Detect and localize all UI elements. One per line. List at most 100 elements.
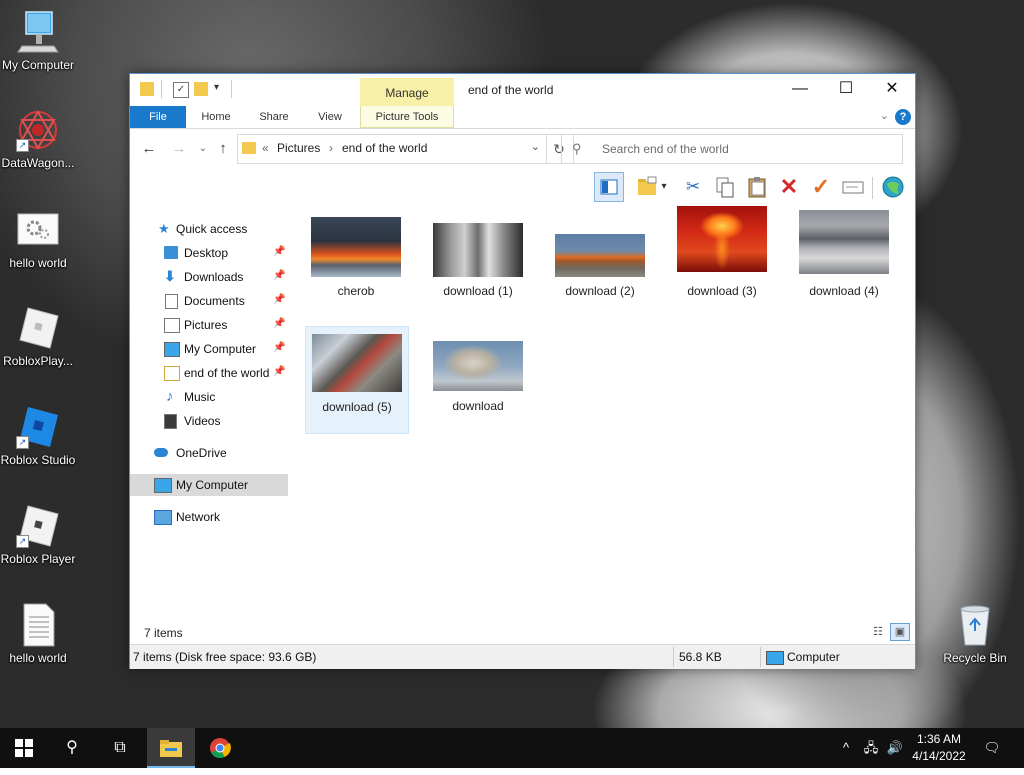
roblox-icon: ↗ xyxy=(16,504,60,548)
sidebar-item-quick-access[interactable]: ★ Quick access xyxy=(130,218,288,240)
pin-icon[interactable]: 📌 xyxy=(273,318,285,329)
notifications-icon[interactable]: 🗨 xyxy=(978,728,1006,768)
image-thumbnail xyxy=(677,206,767,272)
back-button[interactable]: ← xyxy=(138,139,160,159)
properties-icon[interactable]: ✓ xyxy=(173,82,189,98)
tab-picture-tools[interactable]: Picture Tools xyxy=(360,106,454,128)
maximize-button[interactable]: ☐ xyxy=(823,74,869,106)
tab-view[interactable]: View xyxy=(308,106,352,128)
breadcrumb-pictures[interactable]: Pictures xyxy=(277,141,320,155)
file-name: download (3) xyxy=(687,284,757,298)
sidebar-item-music[interactable]: ♪ Music xyxy=(130,386,288,408)
sidebar-item-label: end of the world xyxy=(184,366,270,380)
search-icon[interactable]: ⚲ xyxy=(48,728,96,768)
new-folder-icon[interactable] xyxy=(194,82,208,96)
breadcrumb-separator: › xyxy=(329,141,333,155)
search-input[interactable]: Search end of the world xyxy=(602,142,729,156)
help-icon[interactable]: ? xyxy=(895,109,911,125)
file-name: download (4) xyxy=(809,284,879,298)
sidebar-item-downloads[interactable]: ⬇ Downloads 📌 xyxy=(130,266,288,288)
volume-icon[interactable]: 🔊 xyxy=(884,728,906,768)
windows-logo-icon xyxy=(15,739,33,757)
paste-icon[interactable] xyxy=(744,174,770,200)
file-item[interactable]: cherob xyxy=(305,209,407,315)
delete-icon[interactable]: ✕ xyxy=(776,174,802,200)
computer-icon xyxy=(164,342,180,357)
globe-icon[interactable] xyxy=(880,174,906,200)
task-view-icon[interactable]: ⧉ xyxy=(96,728,144,768)
sidebar-item-documents[interactable]: Documents 📌 xyxy=(130,290,288,312)
pin-icon[interactable]: 📌 xyxy=(273,366,285,377)
pin-icon[interactable]: 📌 xyxy=(273,342,285,353)
address-bar[interactable]: « Pictures › end of the world ⌄ xyxy=(237,134,547,164)
tab-share[interactable]: Share xyxy=(252,106,296,128)
details-view-icon[interactable]: ☷ xyxy=(868,623,888,641)
forward-button[interactable]: → xyxy=(168,139,190,159)
breadcrumb-current[interactable]: end of the world xyxy=(342,141,427,155)
close-button[interactable]: ✕ xyxy=(869,74,915,106)
customize-quick-access-icon[interactable]: ▾ xyxy=(214,82,219,93)
checkmark-icon[interactable]: ✓ xyxy=(808,174,834,200)
pin-icon[interactable]: 📌 xyxy=(273,294,285,305)
sidebar-item-my-computer[interactable]: My Computer xyxy=(130,474,288,496)
file-explorer-taskbar-button[interactable] xyxy=(147,728,195,768)
sidebar-item-network[interactable]: Network xyxy=(130,506,288,528)
file-item[interactable]: download (3) xyxy=(671,206,773,315)
chevron-down-icon[interactable]: ▾ xyxy=(658,174,670,200)
desktop-icon-my-computer[interactable]: My Computer xyxy=(0,10,76,72)
preview-pane-icon[interactable] xyxy=(594,172,624,202)
file-item[interactable]: download (4) xyxy=(793,209,895,315)
sidebar-item-desktop[interactable]: Desktop 📌 xyxy=(130,242,288,264)
gear-file-icon xyxy=(16,208,60,252)
clock[interactable]: 1:36 AM 4/14/2022 xyxy=(905,731,973,765)
sidebar-item-my-computer-pinned[interactable]: My Computer 📌 xyxy=(130,338,288,360)
desktop-icon-hello-world-settings[interactable]: hello world xyxy=(0,208,76,270)
chevron-down-icon[interactable]: ⌄ xyxy=(531,140,540,153)
roblox-icon xyxy=(16,306,60,350)
recent-locations-icon[interactable]: ⌄ xyxy=(192,139,214,159)
title-bar: ✓ ▾ Manage end of the world — ☐ ✕ xyxy=(130,74,915,106)
file-item[interactable]: download (1) xyxy=(427,209,529,315)
sidebar-item-end-of-the-world[interactable]: end of the world 📌 xyxy=(130,362,288,384)
datawagon-icon: ↗ xyxy=(16,108,60,152)
image-thumbnail xyxy=(799,210,889,274)
file-list: cherob download (1) download (2) downloa… xyxy=(290,204,915,614)
sidebar-item-videos[interactable]: Videos xyxy=(130,410,288,432)
file-name: download (2) xyxy=(565,284,635,298)
desktop-icon-recycle-bin[interactable]: Recycle Bin xyxy=(937,603,1013,665)
start-button[interactable] xyxy=(0,728,48,768)
manage-context-tab[interactable]: Manage xyxy=(360,78,454,106)
pin-icon[interactable]: 📌 xyxy=(273,246,285,257)
item-count: 7 items xyxy=(144,626,183,640)
rename-icon[interactable] xyxy=(840,174,866,200)
search-box[interactable]: ⚲ Search end of the world xyxy=(561,134,903,164)
sidebar-item-pictures[interactable]: Pictures 📌 xyxy=(130,314,288,336)
folder-icon xyxy=(242,142,256,154)
chrome-taskbar-button[interactable] xyxy=(196,728,244,768)
minimize-button[interactable]: — xyxy=(777,74,823,106)
chevron-up-icon[interactable]: ^ xyxy=(836,728,856,768)
file-item[interactable]: download xyxy=(427,326,529,432)
desktop-icon-roblox-studio[interactable]: ↗ Roblox Studio xyxy=(0,405,76,467)
up-button[interactable]: ↑ xyxy=(212,139,234,159)
new-folder-icon[interactable] xyxy=(634,174,660,200)
desktop-icon-robloxplayer[interactable]: RobloxPlay... xyxy=(0,306,76,368)
tab-file[interactable]: File xyxy=(130,106,186,128)
desktop-icon-hello-world-text[interactable]: hello world xyxy=(0,603,76,665)
sidebar-item-onedrive[interactable]: OneDrive xyxy=(130,442,288,464)
copy-icon[interactable] xyxy=(712,174,738,200)
network-tray-icon[interactable]: 🖧 xyxy=(860,728,882,768)
cut-icon[interactable]: ✂ xyxy=(680,174,706,200)
pin-icon[interactable]: 📌 xyxy=(273,270,285,281)
tab-home[interactable]: Home xyxy=(192,106,240,128)
file-item[interactable]: download (5) xyxy=(305,326,409,434)
desktop-icon-datawagon[interactable]: ↗ DataWagon... xyxy=(0,108,76,170)
desktop-icon-roblox-player[interactable]: ↗ Roblox Player xyxy=(0,504,76,566)
status-location: Computer xyxy=(787,650,840,664)
breadcrumb-overflow[interactable]: « xyxy=(262,141,269,155)
computer-icon xyxy=(766,651,784,665)
sidebar-item-label: Desktop xyxy=(184,246,229,260)
expand-ribbon-icon[interactable]: ⌄ xyxy=(880,109,889,122)
file-item[interactable]: download (2) xyxy=(549,209,651,315)
large-icons-view-icon[interactable]: ▣ xyxy=(890,623,910,641)
